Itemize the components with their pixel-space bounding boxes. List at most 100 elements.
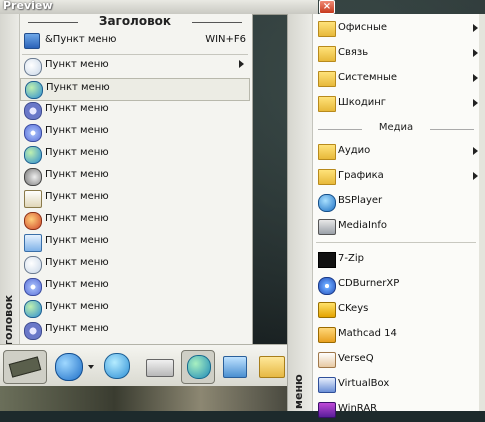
folder-icon [318, 169, 336, 185]
submenu-arrow-icon [473, 99, 478, 107]
menu-item[interactable]: Пункт меню [20, 210, 250, 231]
menu-item[interactable]: Пункт меню [20, 56, 250, 77]
menu-item-label: MediaInfo [338, 220, 387, 231]
menu-item-label: Пункт меню [45, 59, 109, 70]
submenu-arrow-icon [473, 147, 478, 155]
right-menu-band-label: меню [292, 374, 305, 409]
menu-item[interactable]: Пункт меню [20, 298, 250, 319]
menu-item[interactable]: Шкодинг [314, 92, 478, 116]
ie-globe-button[interactable] [52, 350, 84, 382]
menu-item-top[interactable]: &Пункт меню WIN+F6 [20, 31, 250, 52]
winrar-icon [318, 402, 336, 418]
menu-item-label: Пункт меню [46, 82, 110, 93]
network-globe-button[interactable] [181, 350, 215, 384]
menu-item-label: Системные [338, 72, 398, 83]
printer-icon [146, 359, 174, 377]
quick-launch-toolbar [0, 344, 287, 387]
network-button[interactable] [218, 350, 250, 382]
window-title: Preview [3, 0, 53, 12]
menu-item[interactable]: Графика [314, 165, 478, 189]
menu-item[interactable]: Пункт меню [20, 232, 250, 253]
menu-item[interactable]: Пункт меню [20, 122, 250, 143]
globe-icon [24, 300, 42, 318]
submenu-arrow-icon [473, 24, 478, 32]
menu-item[interactable]: Аудио [314, 140, 478, 164]
menu-item[interactable]: Системные [314, 67, 478, 91]
menu-item[interactable]: CKeys [314, 298, 478, 322]
submenu-arrow-icon [473, 172, 478, 180]
right-menu-side-band: меню [288, 14, 313, 411]
menu-item-label: VerseQ [338, 353, 374, 364]
menu-item[interactable]: BSPlayer [314, 190, 478, 214]
menu-item[interactable]: Пункт меню [20, 276, 250, 297]
disc-icon [24, 124, 42, 142]
menu-separator [22, 54, 248, 55]
bsplayer-icon [318, 194, 336, 212]
menu-item-label: Офисные [338, 22, 388, 33]
folder-apps-button[interactable] [255, 350, 287, 382]
menu-item[interactable]: Пункт меню [20, 100, 250, 121]
menu-item-label: Пункт меню [45, 147, 109, 158]
mediainfo-icon [318, 219, 336, 235]
menu-item[interactable]: Пункт меню [20, 166, 250, 187]
memory-chip-button[interactable] [3, 350, 47, 384]
menu-item[interactable]: 7-Zip [314, 248, 478, 272]
menu-item[interactable]: Офисные [314, 17, 478, 41]
printer-button[interactable] [143, 350, 175, 382]
menu-item-label: 7-Zip [338, 253, 364, 264]
menu-item[interactable]: Пункт меню [20, 78, 250, 101]
menu-item[interactable]: VirtualBox [314, 373, 478, 397]
menu-item[interactable]: Mathcad 14 [314, 323, 478, 347]
right-menu: меню Офисные Связь Системные Шкодинг Медиа … [287, 14, 485, 418]
window-icon [24, 33, 40, 49]
folder-icon [318, 46, 336, 62]
globe-mouse-icon [104, 353, 130, 379]
menu-item[interactable]: VerseQ [314, 348, 478, 372]
menu-item-label: Mathcad 14 [338, 328, 397, 339]
left-menu-header: Заголовок [20, 14, 250, 28]
menu-item-label: Пункт меню [45, 235, 109, 246]
menu-item[interactable]: Связь [314, 42, 478, 66]
menu-item[interactable]: MediaInfo [314, 215, 478, 239]
menu-item-label: BSPlayer [338, 195, 383, 206]
verseq-icon [318, 352, 336, 368]
menu-item-label: Пункт меню [45, 279, 109, 290]
globe-mouse-button[interactable] [100, 350, 132, 382]
menu-separator [316, 242, 476, 243]
menu-item-label: CDBurnerXP [338, 278, 400, 289]
menu-item-label: WinRAR [338, 403, 378, 414]
clock-icon [24, 256, 42, 274]
menu-item-label: Пункт меню [45, 257, 109, 268]
menu-item-label: Пункт меню [45, 213, 109, 224]
menu-item[interactable]: Пункт меню [20, 254, 250, 275]
clock-icon [24, 58, 42, 76]
submenu-arrow-icon [239, 60, 244, 68]
gear-icon [24, 322, 42, 340]
menu-item-label: &Пункт меню [45, 34, 117, 45]
globe-icon [25, 81, 43, 99]
submenu-arrow-icon [473, 49, 478, 57]
menu-item-label: Пункт меню [45, 323, 109, 334]
close-button[interactable]: × [319, 0, 335, 14]
media-section-header: Медиа [314, 122, 478, 133]
menu-item[interactable]: Пункт меню [20, 320, 250, 341]
menu-item[interactable]: Пункт меню [20, 188, 250, 209]
right-scrollbar[interactable] [479, 14, 485, 411]
globe-icon [24, 146, 42, 164]
display-icon [24, 234, 42, 252]
menu-item-shortcut: WIN+F6 [205, 34, 246, 45]
folder-icon [318, 144, 336, 160]
menu-item[interactable]: Пункт меню [20, 144, 250, 165]
download-icon [24, 190, 42, 208]
menu-item-label: Пункт меню [45, 169, 109, 180]
menu-item-label: Шкодинг [338, 97, 387, 108]
disc-icon [24, 278, 42, 296]
ie-globe-icon [55, 353, 83, 381]
folder-icon [318, 96, 336, 112]
folder-icon [318, 21, 336, 37]
preview-title-bar: Preview [0, 0, 318, 15]
folder-icon [318, 71, 336, 87]
menu-item[interactable]: CDBurnerXP [314, 273, 478, 297]
dropdown-arrow-icon[interactable] [88, 365, 94, 369]
menu-item[interactable]: WinRAR [314, 398, 478, 422]
